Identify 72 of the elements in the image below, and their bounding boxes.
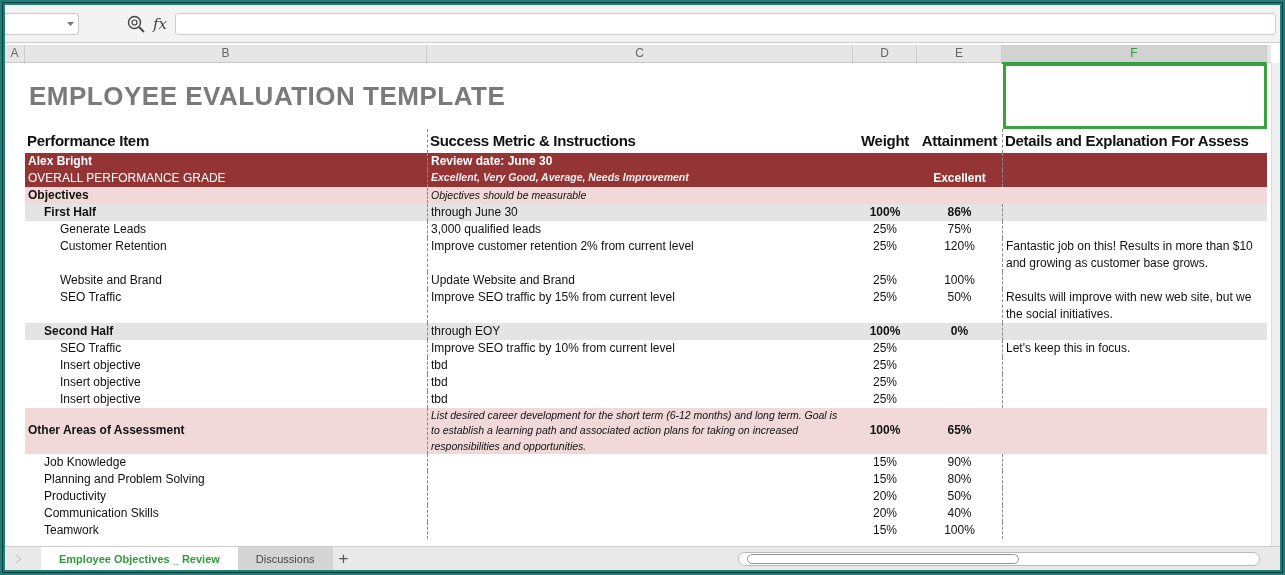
column-title: Weight [860,132,910,149]
table-cell-text: OVERALL PERFORMANCE GRADE [27,170,227,187]
table-cell: List desired career development for the short term (6-12 months) and long term. Goal is to establish a learning path and associated action plans for taking on increased responsibilities and opportunities. [427,408,853,454]
table-cell-text: Customer Retention [59,238,168,255]
caret-icon [67,21,74,26]
table-cell-text: 86% [946,204,973,221]
table-cell-text: 100% [868,323,902,340]
column-header[interactable]: B [25,45,427,64]
table-cell-text: 50% [946,487,973,505]
table-cell-text: 40% [946,504,973,522]
table-cell-text: First Half [43,204,97,221]
selected-cell[interactable] [1003,63,1267,129]
column-header[interactable]: A [5,45,25,64]
horizontal-scrollbar[interactable] [738,551,1260,566]
table-cell-text: Alex Bright [27,153,93,170]
column-title: Attainment [920,132,999,149]
table-cell-text: Objectives [27,187,90,204]
table-cell-text: 25% [872,391,898,408]
table-cell-text: 20% [872,504,898,522]
table-cell-text: 65% [946,422,973,440]
table-cell-text: SEO Traffic [59,340,123,357]
table-cell-text: 20% [872,487,898,505]
table-cell-text: Generate Leads [59,221,148,238]
table-cell-text: Teamwork [43,521,100,539]
column-title: Performance Item [26,132,150,149]
sheet-tab[interactable]: Employee Objectives _ Review [41,547,238,570]
table-cell-text: 25% [872,272,898,289]
sheet-title: EMPLOYEE EVALUATION TEMPLATE [29,80,506,112]
table-cell-text: 120% [943,238,976,255]
table-cell-text: 15% [872,521,898,539]
table-cell-text: Insert objective [59,391,142,408]
table-cell-text: 25% [872,221,898,238]
table-cell-text: 0% [949,323,970,340]
sheet-nav-icon[interactable] [15,553,23,564]
table-cell-text: 25% [872,238,898,255]
sheet-tab[interactable]: Discussions [237,547,333,570]
table-cell-text: 25% [872,374,898,391]
table-cell-text: Other Areas of Assessment [27,422,186,440]
table-cell-text: Insert objective [59,357,142,374]
column-title: Details and Explanation For Assess [1004,132,1250,149]
column-header[interactable]: C [427,45,853,64]
table-cell-text: Insert objective [59,374,142,391]
table-cell-text: Planning and Problem Solving [43,470,206,488]
table-cell-text: 25% [872,357,898,374]
table-cell-text: SEO Traffic [59,289,123,306]
table-cell-text: Website and Brand [59,272,163,289]
column-header[interactable]: D [853,45,917,64]
table-cell-text: Communication Skills [43,504,160,522]
vertical-scrollbar[interactable] [1271,63,1280,546]
name-box[interactable] [5,12,79,35]
table-cell-text: Second Half [43,323,115,340]
table-cell-text: Productivity [43,487,108,505]
table-cell: Objectives should be measurable [427,187,853,204]
table-cell-text: Excellent [932,170,987,187]
table-cell-text: 100% [943,521,976,539]
table-cell-text: 15% [872,453,898,471]
table-cell-text: 90% [946,453,973,471]
column-title: Success Metric & Instructions [429,132,637,149]
table-cell-text: Job Knowledge [43,453,128,471]
formula-input[interactable] [175,12,1276,35]
table-cell-text: 25% [872,340,898,357]
table-cell-text: 50% [946,289,973,306]
zoom-icon[interactable] [127,14,145,33]
table-cell-text: 100% [868,204,902,221]
table-cell-text: 75% [946,221,973,238]
table-cell-text: 100% [943,272,976,289]
table-cell-text: 15% [872,470,898,488]
table-cell-text: 100% [868,422,902,440]
add-sheet-button[interactable]: + [332,547,355,570]
function-label[interactable]: fx [153,14,167,33]
table-cell-text: 25% [872,289,898,306]
table-cell-text: 80% [946,470,973,488]
